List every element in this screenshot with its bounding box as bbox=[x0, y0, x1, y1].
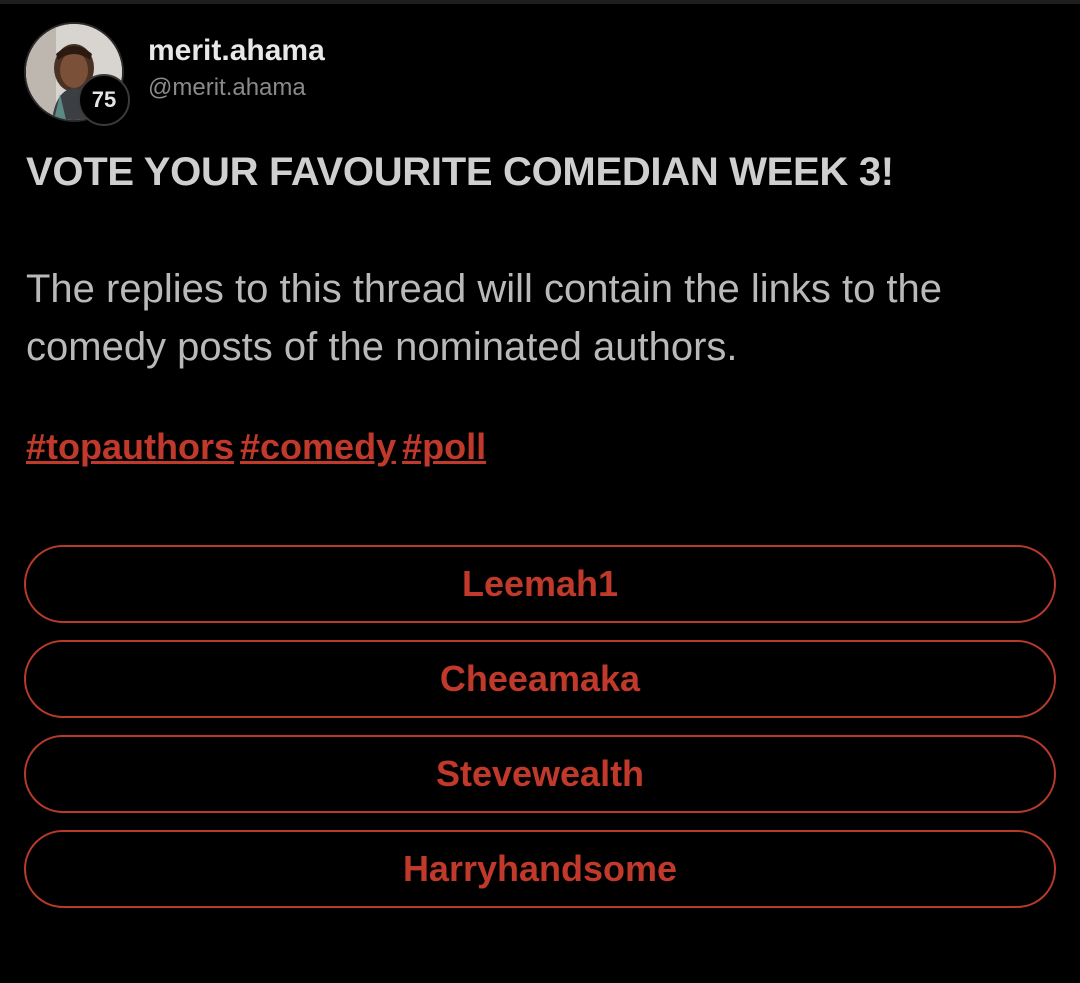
post-card: 75 merit.ahama @merit.ahama VOTE YOUR FA… bbox=[0, 0, 1080, 983]
poll-option-harryhandsome[interactable]: Harryhandsome bbox=[24, 830, 1056, 908]
author-handle[interactable]: @merit.ahama bbox=[148, 74, 306, 102]
post-body: The replies to this thread will contain … bbox=[26, 267, 943, 369]
post-title: VOTE YOUR FAVOURITE COMEDIAN WEEK 3! bbox=[26, 150, 894, 194]
poll-option-leemah1[interactable]: Leemah1 bbox=[24, 545, 1056, 623]
poll-option-stevewealth[interactable]: Stevewealth bbox=[24, 735, 1056, 813]
poll: Leemah1 Cheeamaka Stevewealth Harryhands… bbox=[24, 545, 1056, 925]
hashtag-topauthors[interactable]: #topauthors bbox=[26, 426, 234, 467]
author-avatar-group[interactable]: 75 bbox=[24, 22, 130, 126]
level-badge: 75 bbox=[78, 74, 130, 126]
poll-option-cheeamaka[interactable]: Cheeamaka bbox=[24, 640, 1056, 718]
hashtag-list: #topauthors #comedy #poll bbox=[26, 426, 492, 468]
hashtag-poll[interactable]: #poll bbox=[402, 426, 486, 467]
hashtag-comedy[interactable]: #comedy bbox=[240, 426, 396, 467]
author-display-name[interactable]: merit.ahama bbox=[148, 34, 325, 68]
